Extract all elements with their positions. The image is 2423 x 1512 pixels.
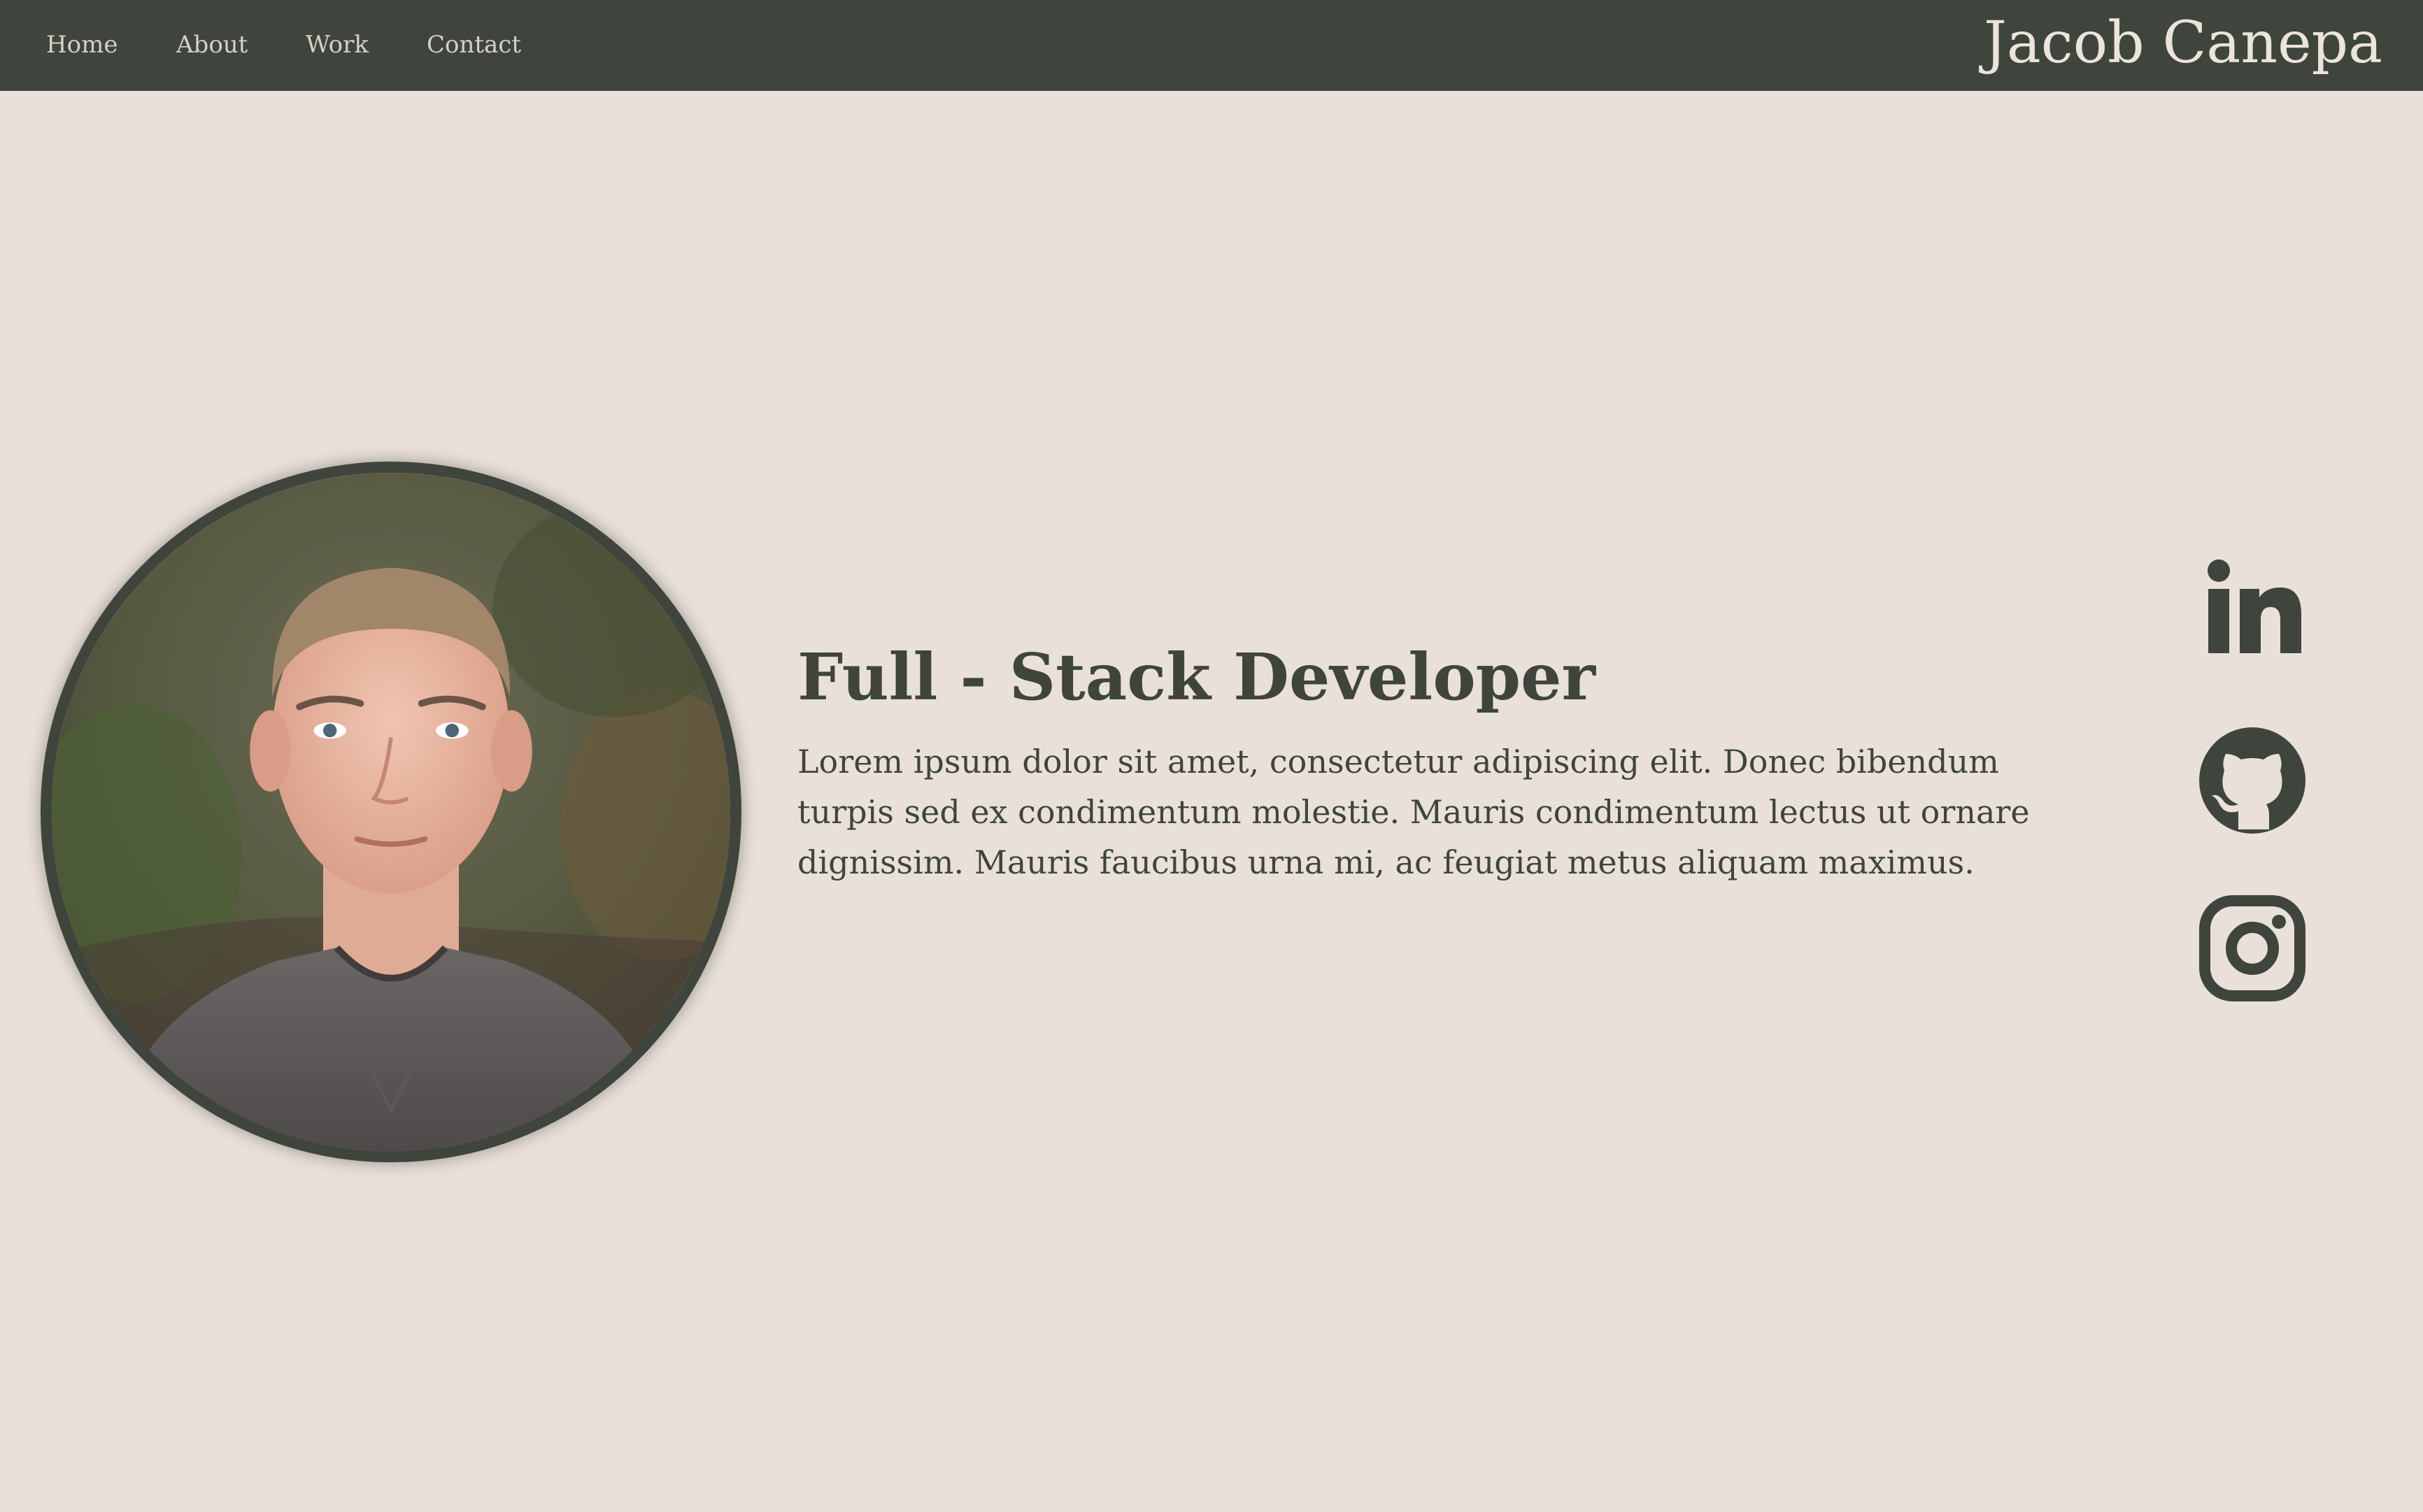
nav-contact-link[interactable]: Contact bbox=[427, 31, 521, 59]
nav-about-link[interactable]: About bbox=[176, 31, 248, 59]
profile-photo bbox=[41, 462, 741, 1162]
page-title: Full - Stack Developer bbox=[797, 639, 1596, 715]
instagram-icon[interactable] bbox=[2196, 892, 2308, 1004]
github-icon[interactable] bbox=[2196, 725, 2308, 836]
linkedin-icon[interactable] bbox=[2196, 552, 2308, 664]
hero-section: Full - Stack Developer Lorem ipsum dolor… bbox=[797, 643, 2105, 887]
top-nav: Home About Work Contact Jacob Canepa bbox=[0, 0, 2423, 91]
nav-home-link[interactable]: Home bbox=[46, 31, 118, 59]
page: Home About Work Contact Jacob Canepa Ful… bbox=[0, 0, 2423, 1512]
bio-text: Lorem ipsum dolor sit amet, consectetur … bbox=[797, 742, 2030, 881]
brand-name[interactable]: Jacob Canepa bbox=[1984, 10, 2382, 76]
profile-photo-illustration bbox=[52, 473, 730, 1151]
nav-work-link[interactable]: Work bbox=[306, 31, 369, 59]
